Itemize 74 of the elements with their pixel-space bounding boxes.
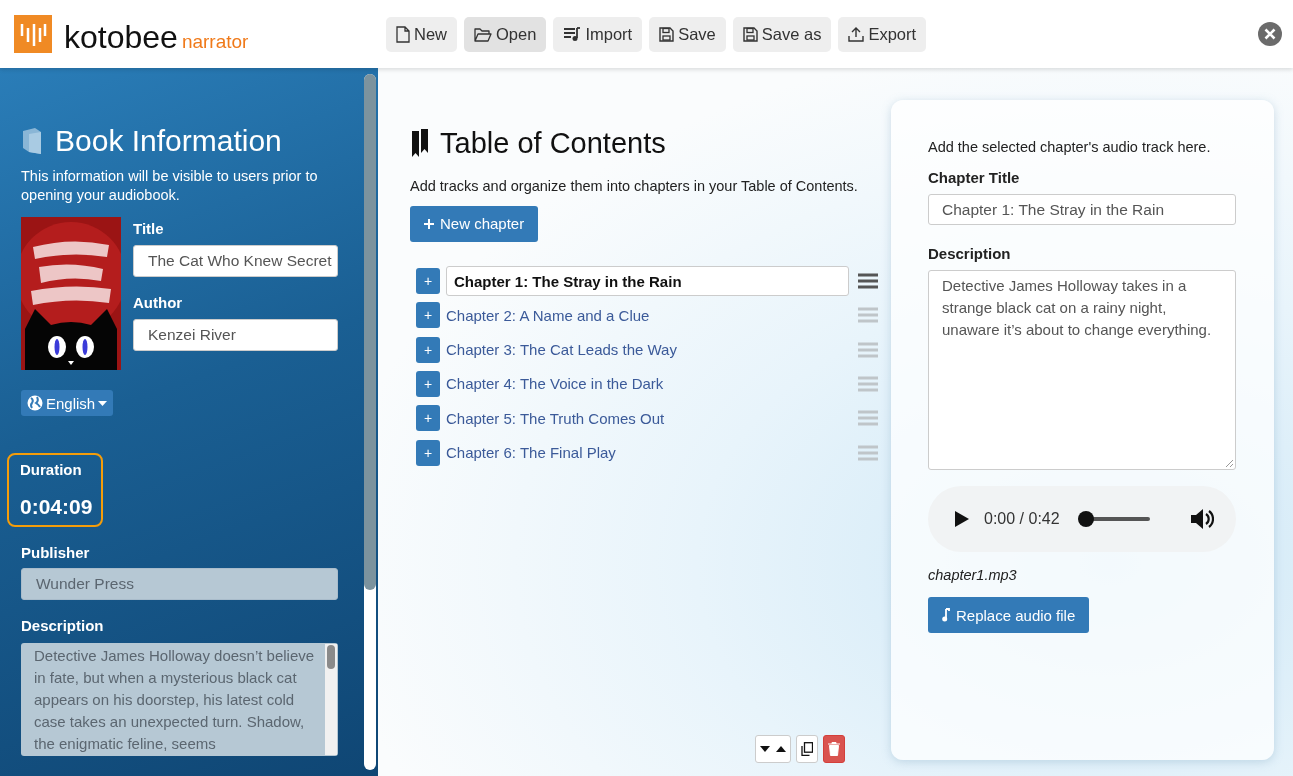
language-dropdown[interactable]: English — [21, 390, 114, 416]
scrollbar[interactable] — [364, 74, 376, 770]
description-field[interactable]: Detective James Holloway takes in a strange black cat on a rainy night, unaware it’s about to change everything. — [928, 270, 1236, 470]
panel-heading: Book Information — [55, 124, 282, 157]
drag-handle-icon — [858, 444, 878, 461]
duration-value: 0:04:09 — [20, 495, 94, 519]
replace-audio-button[interactable]: Replace audio file — [928, 597, 1090, 633]
upload-icon — [848, 26, 865, 42]
logo-text: kotobee — [64, 21, 178, 53]
book-icon — [21, 126, 43, 155]
chapter-link[interactable]: Chapter 6: The Final Play — [446, 444, 849, 461]
caret-icon — [98, 400, 108, 406]
add-track-button[interactable]: + — [416, 370, 440, 397]
section-heading: Table of Contents — [440, 128, 666, 160]
playback-time: 0:00 / 0:42 — [984, 510, 1060, 528]
field-label: Description — [21, 617, 105, 634]
field-label: Duration — [20, 461, 83, 478]
move-up-icon — [776, 746, 786, 752]
chapter-link[interactable]: Chapter 2: A Name and a Clue — [446, 306, 849, 324]
description-field[interactable]: Detective James Holloway doesn’t believe in fate, but when a mysterious black cat appears on his doorstep, his latest cold case takes an unexpected turn. Shadow, the enigmatic feline, seems — [21, 643, 338, 756]
scrollbar-icon — [325, 644, 337, 755]
drag-handle-icon — [858, 273, 878, 290]
field-label: Description — [928, 245, 1012, 262]
drag-handle-icon — [858, 307, 878, 324]
volume-icon — [1190, 508, 1214, 530]
chapter-title-field[interactable]: Chapter 1: The Stray in the Rain — [928, 194, 1236, 225]
seek-slider[interactable] — [1077, 511, 1150, 527]
intro-text: This information will be visible to users prior to opening your audiobook. — [21, 167, 319, 205]
chapter-link[interactable]: Chapter 4: The Voice in the Dark — [446, 375, 849, 393]
logo-icon — [14, 15, 52, 53]
drag-handle-icon — [858, 410, 878, 427]
toolbar-button[interactable]: Import — [553, 16, 643, 52]
chapter-title-field[interactable]: Chapter 1: The Stray in the Rain — [446, 266, 849, 297]
add-track-button[interactable]: + — [416, 336, 440, 363]
add-track-button[interactable]: + — [416, 302, 440, 329]
new-chapter-button[interactable]: New chapter — [410, 205, 539, 242]
playlist-icon — [563, 26, 582, 42]
resize-grip-icon — [1225, 459, 1233, 467]
copy-icon — [801, 742, 813, 756]
chapter-link[interactable]: Chapter 3: The Cat Leads the Way — [446, 341, 849, 359]
add-track-button[interactable]: + — [416, 405, 440, 432]
add-track-button[interactable]: + — [416, 439, 440, 466]
drag-handle-icon — [858, 375, 878, 392]
title-field[interactable]: The Cat Who Knew Secret — [133, 245, 338, 277]
file-name: chapter1.mp3 — [928, 567, 1018, 583]
toolbar-button[interactable]: Export — [838, 16, 927, 52]
intro-text: Add the selected chapter's audio track here. — [928, 139, 1212, 155]
globe-icon — [27, 395, 43, 411]
plus-icon — [424, 218, 434, 229]
field-label: Author — [133, 294, 184, 311]
bookmark-icon — [410, 128, 430, 159]
toolbar-button[interactable]: New — [386, 16, 457, 52]
intro-text: Add tracks and organize them into chapters in your Table of Contents. — [410, 177, 859, 194]
field-label: Title — [133, 220, 165, 237]
save-icon — [742, 26, 758, 42]
chapter-link[interactable]: Chapter 5: The Truth Comes Out — [446, 409, 849, 427]
save-icon — [659, 26, 675, 42]
field-label: Publisher — [21, 544, 91, 561]
field-label: Chapter Title — [928, 169, 1021, 186]
drag-handle-icon — [858, 341, 878, 358]
publisher-field[interactable]: Wunder Press — [21, 568, 338, 600]
trash-icon — [828, 742, 840, 756]
close-icon[interactable] — [1258, 22, 1282, 46]
folder-icon — [474, 26, 492, 42]
toolbar-button[interactable]: Open — [464, 16, 547, 52]
add-track-button[interactable]: + — [416, 268, 440, 295]
author-field[interactable]: Kenzei River — [133, 319, 338, 351]
play-icon — [954, 510, 970, 528]
toolbar-button[interactable]: Save — [649, 16, 726, 52]
move-down-icon — [760, 746, 770, 752]
toolbar-button[interactable]: Save as — [732, 16, 832, 52]
music-note-icon — [942, 608, 950, 622]
file-icon — [396, 25, 410, 43]
logo-subtitle: narrator — [181, 32, 249, 51]
